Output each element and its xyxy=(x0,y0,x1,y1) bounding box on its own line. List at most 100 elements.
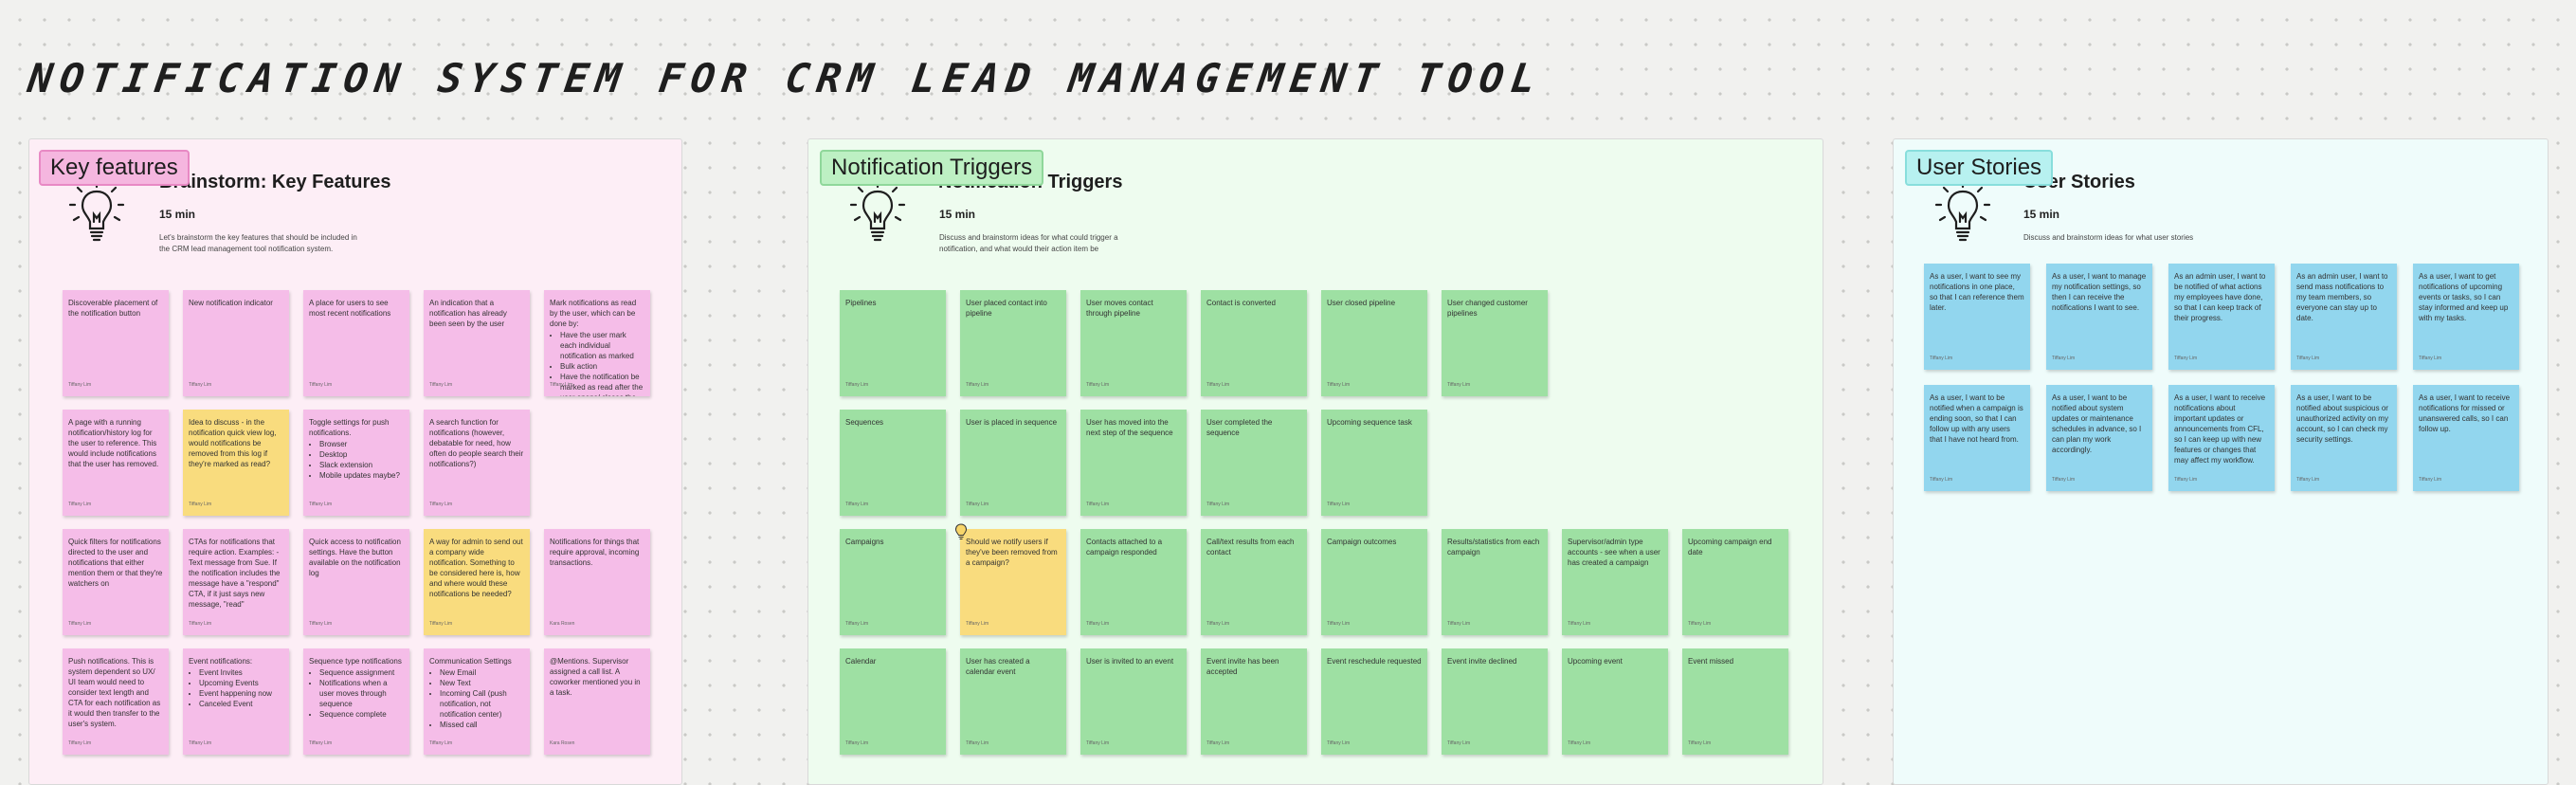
sticky-note-list-item: Bulk action xyxy=(560,361,644,372)
sticky-note-list-item: Sequence assignment xyxy=(319,667,404,678)
sticky-note-list: Sequence assignmentNotifications when a … xyxy=(309,667,404,720)
sticky-note[interactable]: A page with a running notification/histo… xyxy=(63,410,169,516)
sticky-note-text: As an admin user, I want to send mass no… xyxy=(2296,272,2388,322)
sticky-note[interactable]: User is invited to an event Tiffany Lim xyxy=(1080,648,1187,755)
sticky-note[interactable]: As a user, I want to be notified when a … xyxy=(1924,385,2030,491)
sticky-note[interactable]: Should we notify users if they've been r… xyxy=(960,529,1066,635)
sticky-note[interactable]: Contacts attached to a campaign responde… xyxy=(1080,529,1187,635)
user-stories-tag[interactable]: User Stories xyxy=(1905,150,2054,186)
sticky-note-author: Tiffany Lim xyxy=(1206,502,1230,507)
key-features-heading: Brainstorm: Key Features xyxy=(159,172,391,192)
sticky-note[interactable]: User changed customer pipelines Tiffany L… xyxy=(1442,290,1548,396)
sticky-note[interactable]: User has created a calendar event Tiffany… xyxy=(960,648,1066,755)
sticky-note[interactable]: User completed the sequence Tiffany Lim xyxy=(1201,410,1307,516)
sticky-note[interactable]: New notification indicator Tiffany Lim xyxy=(183,290,289,396)
sticky-note-author: Tiffany Lim xyxy=(2296,477,2320,483)
sticky-note[interactable]: Idea to discuss - in the notification qu… xyxy=(183,410,289,516)
sticky-note[interactable]: Discoverable placement of the notificati… xyxy=(63,290,169,396)
sticky-note[interactable]: Upcoming sequence task Tiffany Lim xyxy=(1321,410,1427,516)
sticky-note[interactable]: A way for admin to send out a company wi… xyxy=(424,529,530,635)
sticky-note[interactable]: Quick access to notification settings. H… xyxy=(303,529,409,635)
sticky-note[interactable]: Mark notifications as read by the user, … xyxy=(544,290,650,396)
sticky-note[interactable]: As an admin user, I want to be notified … xyxy=(2168,264,2275,370)
sticky-note-author: Tiffany Lim xyxy=(189,382,212,388)
sticky-note[interactable]: Sequence type notificationsSequence assi… xyxy=(303,648,409,755)
sticky-note[interactable]: User closed pipeline Tiffany Lim xyxy=(1321,290,1427,396)
sticky-note-author: Tiffany Lim xyxy=(189,502,212,507)
sticky-note[interactable]: User placed contact into pipeline Tiffany… xyxy=(960,290,1066,396)
sticky-note-text: Supervisor/admin type accounts - see whe… xyxy=(1568,538,1660,567)
sticky-note[interactable]: An indication that a notification has al… xyxy=(424,290,530,396)
sticky-note-text: User has moved into the next step of the… xyxy=(1086,418,1173,437)
sticky-note-author: Tiffany Lim xyxy=(1327,382,1351,388)
sticky-note-author: Tiffany Lim xyxy=(1688,740,1712,746)
sticky-note-text: Calendar xyxy=(845,657,877,666)
sticky-note[interactable]: User is placed in sequence Tiffany Lim xyxy=(960,410,1066,516)
sticky-note[interactable]: Event reschedule requested Tiffany Lim xyxy=(1321,648,1427,755)
sticky-note[interactable]: Campaigns Tiffany Lim xyxy=(840,529,946,635)
sticky-note[interactable]: User moves contact through pipeline Tiffa… xyxy=(1080,290,1187,396)
sticky-note-text: User has created a calendar event xyxy=(966,657,1030,676)
sticky-note[interactable]: Event invite declined Tiffany Lim xyxy=(1442,648,1548,755)
sticky-note[interactable]: Upcoming event Tiffany Lim xyxy=(1562,648,1668,755)
sticky-note[interactable]: As an admin user, I want to send mass no… xyxy=(2291,264,2397,370)
sticky-note[interactable]: User has moved into the next step of the… xyxy=(1080,410,1187,516)
sticky-note-author: Tiffany Lim xyxy=(2174,477,2198,483)
sticky-note[interactable]: Contact is converted Tiffany Lim xyxy=(1201,290,1307,396)
sticky-note[interactable]: Event missed Tiffany Lim xyxy=(1682,648,1788,755)
sticky-note[interactable]: Event notifications:Event InvitesUpcomin… xyxy=(183,648,289,755)
triggers-description: Discuss and brainstorm ideas for what co… xyxy=(939,233,1118,253)
sticky-note-text: Upcoming sequence task xyxy=(1327,418,1412,427)
sticky-note[interactable]: @Mentions. Supervisor assigned a call li… xyxy=(544,648,650,755)
sticky-note-list-item: Event Invites xyxy=(199,667,283,678)
sticky-note-text: New notification indicator xyxy=(189,299,273,307)
sticky-note[interactable]: As a user, I want to receive notificatio… xyxy=(2413,385,2519,491)
sticky-note-author: Tiffany Lim xyxy=(845,502,869,507)
sticky-note[interactable]: As a user, I want to get notifications o… xyxy=(2413,264,2519,370)
sticky-note-text: Mark notifications as read by the user, … xyxy=(550,299,637,328)
sticky-note[interactable]: As a user, I want to receive notificatio… xyxy=(2168,385,2275,491)
sticky-note[interactable]: As a user, I want to be notified about s… xyxy=(2291,385,2397,491)
sticky-note-text: Event missed xyxy=(1688,657,1734,666)
sticky-note-author: Tiffany Lim xyxy=(1930,356,1953,361)
sticky-note-list-item: Canceled Event xyxy=(199,699,283,709)
sticky-note-text: Event reschedule requested xyxy=(1327,657,1422,666)
sticky-note[interactable]: As a user, I want to be notified about s… xyxy=(2046,385,2152,491)
sticky-note-text: Contact is converted xyxy=(1206,299,1276,307)
sticky-note[interactable]: CTAs for notifications that require acti… xyxy=(183,529,289,635)
sticky-note-text: A place for users to see most recent not… xyxy=(309,299,391,318)
triggers-tag[interactable]: Notification Triggers xyxy=(820,150,1044,186)
key-features-description: Let's brainstorm the key features that s… xyxy=(159,233,357,253)
lightbulb-icon xyxy=(849,180,906,242)
sticky-note[interactable]: A place for users to see most recent not… xyxy=(303,290,409,396)
sticky-note[interactable]: Toggle settings for push notifications. B… xyxy=(303,410,409,516)
sticky-note[interactable]: Results/statistics from each campaign Tif… xyxy=(1442,529,1548,635)
sticky-note[interactable]: Pipelines Tiffany Lim xyxy=(840,290,946,396)
sticky-note-text: User changed customer pipelines xyxy=(1447,299,1528,318)
sticky-note-author: Tiffany Lim xyxy=(1327,740,1351,746)
sticky-note-list-item: Slack extension xyxy=(319,460,404,470)
sticky-note[interactable]: A search function for notifications (how… xyxy=(424,410,530,516)
sticky-note[interactable]: Supervisor/admin type accounts - see whe… xyxy=(1562,529,1668,635)
sticky-note[interactable]: Upcoming campaign end date Tiffany Lim xyxy=(1682,529,1788,635)
sticky-note-author: Tiffany Lim xyxy=(309,621,333,627)
sticky-note[interactable]: Sequences Tiffany Lim xyxy=(840,410,946,516)
sticky-note-text: As a user, I want to be notified about s… xyxy=(2052,393,2142,454)
sticky-note[interactable]: As a user, I want to manage my notificat… xyxy=(2046,264,2152,370)
sticky-note[interactable]: As a user, I want to see my notification… xyxy=(1924,264,2030,370)
sticky-note-list-item: New Email xyxy=(440,667,524,678)
sticky-note[interactable]: Calendar Tiffany Lim xyxy=(840,648,946,755)
pin-icon xyxy=(954,523,968,539)
sticky-note[interactable]: Quick filters for notifications directed… xyxy=(63,529,169,635)
sticky-note[interactable]: Notifications for things that require ap… xyxy=(544,529,650,635)
key-features-tag[interactable]: Key features xyxy=(39,150,190,186)
sticky-note[interactable]: Communication SettingsNew EmailNew TextI… xyxy=(424,648,530,755)
sticky-note[interactable]: Campaign outcomes Tiffany Lim xyxy=(1321,529,1427,635)
sticky-note-text: CTAs for notifications that require acti… xyxy=(189,538,281,609)
sticky-note[interactable]: Event invite has been accepted Tiffany Li… xyxy=(1201,648,1307,755)
sticky-note-author: Tiffany Lim xyxy=(1447,382,1471,388)
sticky-note[interactable]: Push notifications. This is system depen… xyxy=(63,648,169,755)
sticky-note-text: As a user, I want to receive notificatio… xyxy=(2419,393,2511,433)
sticky-note[interactable]: Call/text results from each contact Tiffa… xyxy=(1201,529,1307,635)
sticky-note-list: Event InvitesUpcoming EventsEvent happen… xyxy=(189,667,283,709)
